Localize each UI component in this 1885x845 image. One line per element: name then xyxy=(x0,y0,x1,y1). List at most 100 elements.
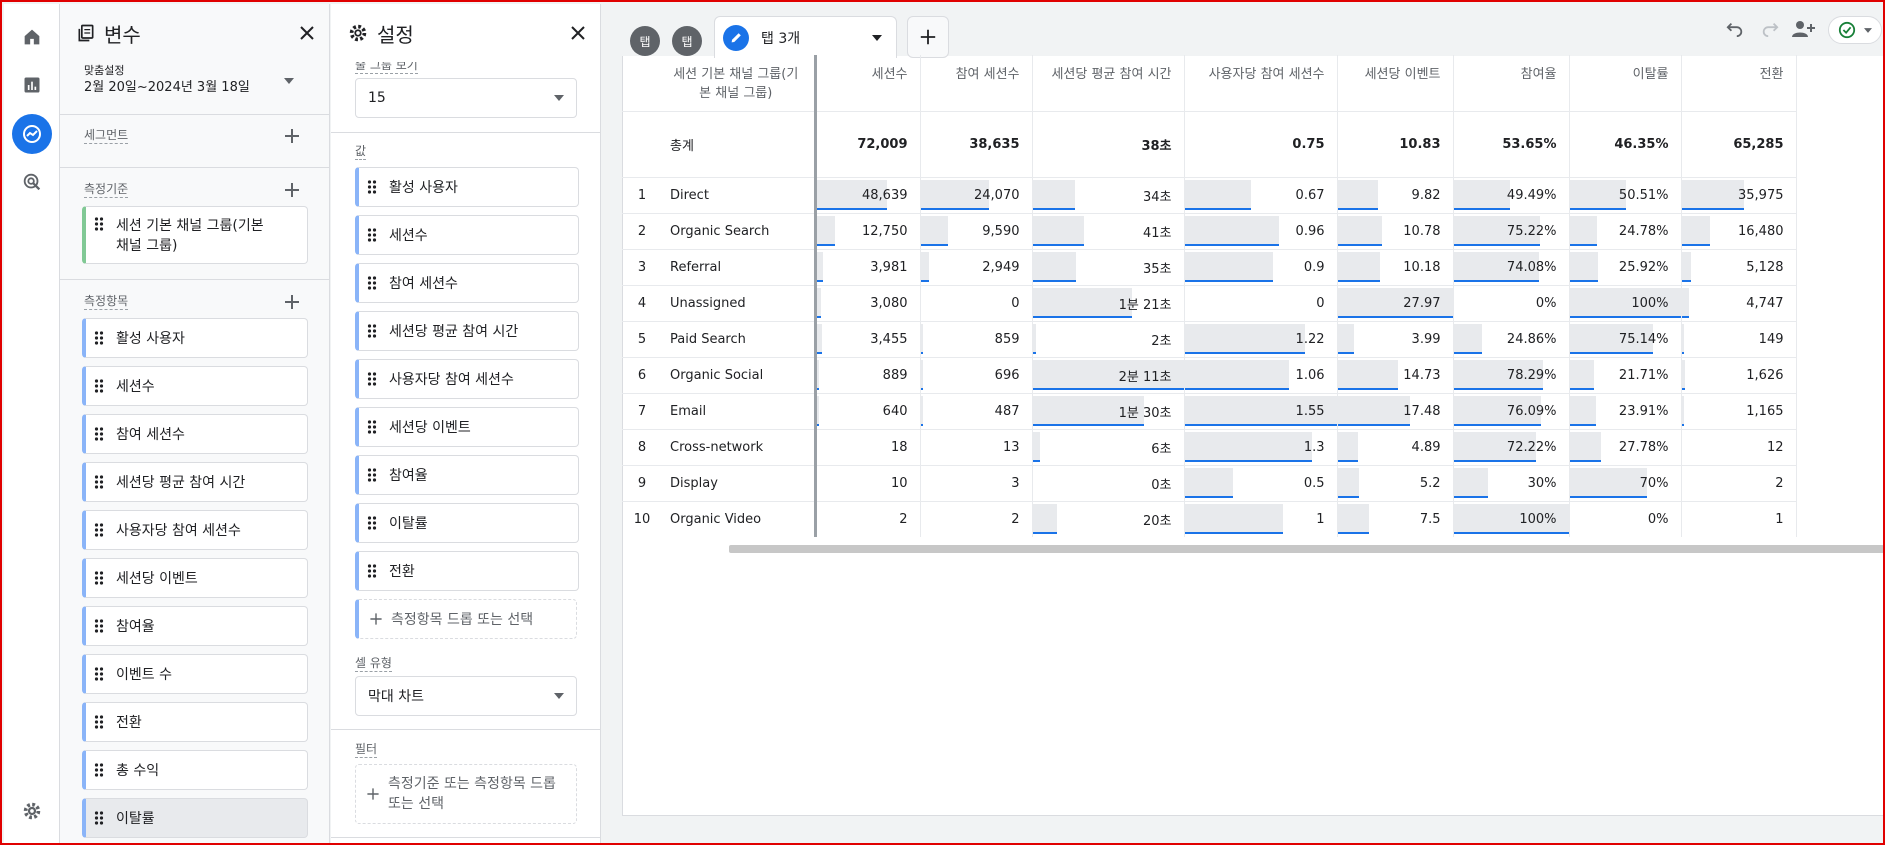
table-row[interactable]: 7 Email 640 487 1분 30초 1.55 17.48 76.09% 23.91% 1… xyxy=(622,392,1797,429)
total-cell: 38초 xyxy=(1032,110,1185,177)
close-icon[interactable] xyxy=(299,25,315,41)
table-row[interactable]: 10 Organic Video 2 2 20초 1 7.5 100% 0% 1 xyxy=(622,500,1797,537)
column-header[interactable]: 참여율 xyxy=(1453,55,1570,111)
drag-handle-icon[interactable] xyxy=(94,618,104,634)
redo-icon[interactable] xyxy=(1757,16,1783,42)
drag-handle-icon[interactable] xyxy=(367,227,377,243)
drag-handle-icon[interactable] xyxy=(94,570,104,586)
cell-value: 4,747 xyxy=(1746,295,1784,311)
add-tab-button[interactable] xyxy=(907,16,949,58)
drag-handle-icon[interactable] xyxy=(94,474,104,490)
drop-metric-target[interactable]: 측정항목 드롭 또는 선택 xyxy=(355,599,577,639)
tab-1[interactable]: 탭 xyxy=(630,26,660,56)
drag-handle-icon[interactable] xyxy=(94,426,104,442)
metric-chip[interactable]: 활성 사용자 xyxy=(82,318,308,358)
value-chip[interactable]: 활성 사용자 xyxy=(355,167,579,207)
drag-handle-icon[interactable] xyxy=(94,666,104,682)
metric-chip[interactable]: 세션수 xyxy=(82,366,308,406)
table-row[interactable]: 9 Display 10 3 0초 0.5 5.2 30% 70% 2 xyxy=(622,464,1797,501)
tab-3[interactable]: 탭 3개 xyxy=(714,16,897,58)
metric-chip[interactable]: 이벤트 수 xyxy=(82,654,308,694)
value-chip[interactable]: 참여율 xyxy=(355,455,579,495)
metric-chip[interactable]: 참여율 xyxy=(82,606,308,646)
share-user-icon[interactable] xyxy=(1790,16,1816,42)
drag-handle-icon[interactable] xyxy=(367,563,377,579)
drag-handle-icon[interactable] xyxy=(94,522,104,538)
column-header[interactable]: 세션당 이벤트 xyxy=(1337,55,1454,111)
value-chip[interactable]: 이탈률 xyxy=(355,503,579,543)
metric-chip[interactable]: 참여 세션수 xyxy=(82,414,308,454)
cell-type-select[interactable]: 막대 차트 xyxy=(355,676,577,716)
close-icon[interactable] xyxy=(570,25,586,41)
drag-handle-icon[interactable] xyxy=(367,419,377,435)
value-chip[interactable]: 세션당 이벤트 xyxy=(355,407,579,447)
drag-handle-icon[interactable] xyxy=(367,179,377,195)
edit-pencil-icon xyxy=(723,24,749,51)
explore-icon[interactable] xyxy=(12,114,52,154)
metric-cell: 2초 xyxy=(1032,320,1185,357)
drag-handle-icon[interactable] xyxy=(367,515,377,531)
add-metric-icon[interactable] xyxy=(282,292,302,312)
metric-chip-label: 전환 xyxy=(116,715,142,731)
settings-title: 설정 xyxy=(377,22,414,47)
value-chip[interactable]: 사용자당 참여 세션수 xyxy=(355,359,579,399)
table-row[interactable]: 1 Direct 48,639 24,070 34초 0.67 9.82 49.49% 50.5… xyxy=(622,176,1797,213)
date-range-picker[interactable]: 맞춤설정 2월 20일~2024년 3월 18일 xyxy=(84,64,314,100)
drag-handle-icon[interactable] xyxy=(367,275,377,291)
value-chip[interactable]: 참여 세션수 xyxy=(355,263,579,303)
table-row[interactable]: 5 Paid Search 3,455 859 2초 1.22 3.99 24.86% 75.1… xyxy=(622,320,1797,357)
tab-2[interactable]: 탭 xyxy=(672,26,702,56)
chevron-down-icon[interactable] xyxy=(872,34,882,41)
metric-chip[interactable]: 이탈률 xyxy=(82,798,308,838)
cell-value: 75.22% xyxy=(1506,223,1557,239)
status-check-button[interactable] xyxy=(1828,16,1882,44)
row-channel-name: Email xyxy=(662,392,817,429)
column-header[interactable]: 이탈률 xyxy=(1569,55,1682,111)
metric-chip[interactable]: 세션당 평균 참여 시간 xyxy=(82,462,308,502)
table-row[interactable]: 6 Organic Social 889 696 2분 11초 1.06 14.73 78.2… xyxy=(622,356,1797,393)
drag-handle-icon[interactable] xyxy=(94,378,104,394)
metric-chip[interactable]: 사용자당 참여 세션수 xyxy=(82,510,308,550)
drag-handle-icon[interactable] xyxy=(94,330,104,346)
cell-value: 20초 xyxy=(1142,513,1172,529)
drag-handle-icon[interactable] xyxy=(367,323,377,339)
add-dimension-icon[interactable] xyxy=(282,180,302,200)
table-row[interactable]: 2 Organic Search 12,750 9,590 41초 0.96 10.78 75… xyxy=(622,212,1797,249)
value-chip[interactable]: 세션수 xyxy=(355,215,579,255)
cell-value: 14.73 xyxy=(1403,367,1441,383)
undo-icon[interactable] xyxy=(1722,16,1748,42)
column-header[interactable]: 세션당 평균 참여 시간 xyxy=(1032,55,1185,111)
column-header[interactable]: 세션수 xyxy=(815,55,921,111)
advertising-icon[interactable] xyxy=(12,162,52,202)
value-chip[interactable]: 전환 xyxy=(355,551,579,591)
table-row[interactable]: 4 Unassigned 3,080 0 1분 21초 0 27.97 0% 100% 4,747 xyxy=(622,284,1797,321)
add-segment-icon[interactable] xyxy=(282,126,302,146)
value-chip[interactable]: 세션당 평균 참여 시간 xyxy=(355,311,579,351)
column-header[interactable]: 사용자당 참여 세션수 xyxy=(1184,55,1338,111)
metric-chip[interactable]: 전환 xyxy=(82,702,308,742)
column-header[interactable]: 전환 xyxy=(1681,55,1797,111)
column-header[interactable]: 참여 세션수 xyxy=(920,55,1033,111)
cell-value: 5.2 xyxy=(1419,475,1441,491)
reports-icon[interactable] xyxy=(12,65,52,105)
column-header[interactable]: 세션 기본 채널 그룹(기본 채널 그룹) xyxy=(662,55,817,111)
total-cell: 38,635 xyxy=(920,110,1033,177)
drag-handle-icon[interactable] xyxy=(367,467,377,483)
admin-gear-icon[interactable] xyxy=(12,791,52,831)
drag-handle-icon[interactable] xyxy=(94,216,104,232)
horizontal-scrollbar[interactable] xyxy=(729,545,1883,553)
table-row[interactable]: 3 Referral 3,981 2,949 35초 0.9 10.18 74.08% 25.9… xyxy=(622,248,1797,285)
drag-handle-icon[interactable] xyxy=(94,762,104,778)
drag-handle-icon[interactable] xyxy=(367,371,377,387)
cell-bar xyxy=(1337,215,1383,246)
metric-cell: 1.3 xyxy=(1184,428,1338,465)
table-row[interactable]: 8 Cross-network 18 13 6초 1.3 4.89 72.22% 27.78% 1… xyxy=(622,428,1797,465)
rows-select[interactable]: 15 xyxy=(355,78,577,118)
drag-handle-icon[interactable] xyxy=(94,714,104,730)
metric-chip[interactable]: 총 수익 xyxy=(82,750,308,790)
drop-filter-target[interactable]: 측정기준 또는 측정항목 드롭 또는 선택 xyxy=(355,764,577,824)
drag-handle-icon[interactable] xyxy=(94,810,104,826)
home-icon[interactable] xyxy=(12,17,52,57)
metric-chip[interactable]: 세션당 이벤트 xyxy=(82,558,308,598)
dimension-chip[interactable]: 세션 기본 채널 그룹(기본 채널 그룹) xyxy=(82,206,308,264)
